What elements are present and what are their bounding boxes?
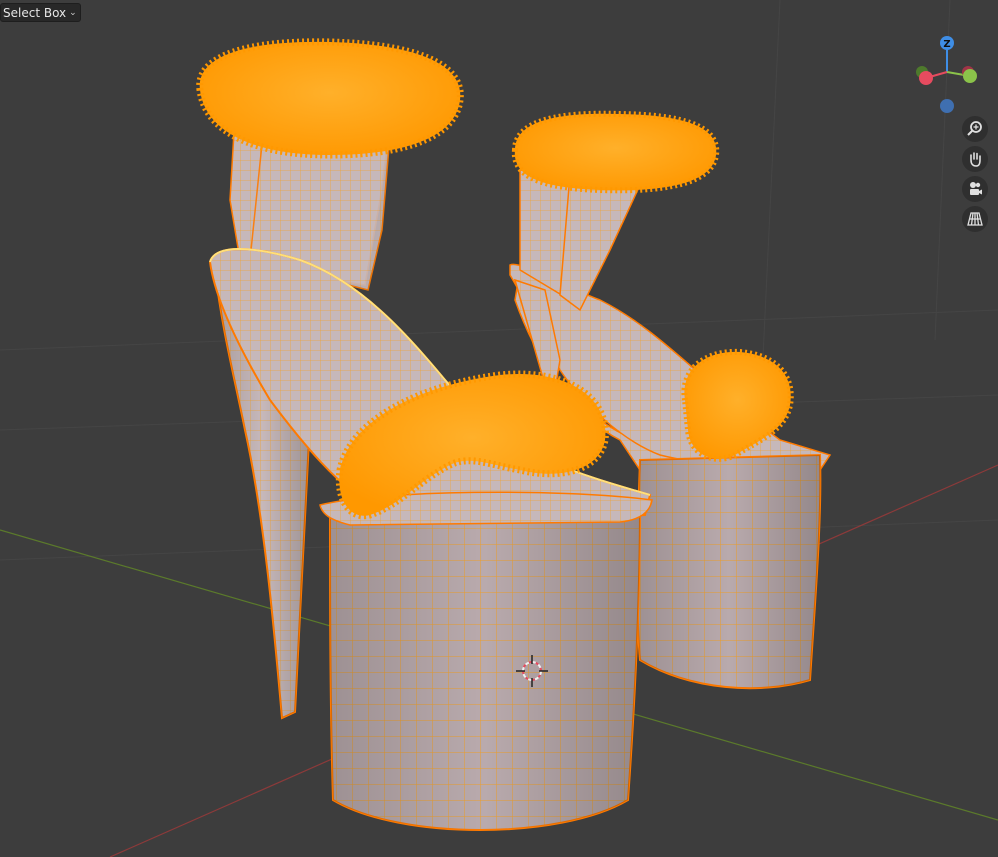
camera-icon: [970, 182, 982, 195]
zoom-button[interactable]: [962, 116, 988, 142]
y-axis-handle[interactable]: [963, 69, 977, 83]
neg-z-axis-handle[interactable]: [940, 99, 954, 113]
grid-ortho-icon: [967, 212, 983, 226]
z-axis-label: Z: [943, 39, 950, 50]
camera-view-button[interactable]: [962, 176, 988, 202]
hand-pan-icon: [970, 152, 981, 167]
zoom-icon: [967, 121, 982, 136]
chevron-down-icon: ⌄: [69, 7, 77, 18]
select-box-dropdown[interactable]: Select Box ⌄: [0, 3, 81, 22]
x-axis-handle[interactable]: [919, 71, 933, 85]
3d-viewport[interactable]: Select Box ⌄ Z: [0, 0, 998, 857]
navigation-gizmo[interactable]: Z: [910, 32, 994, 116]
scene-canvas[interactable]: [0, 0, 998, 857]
pan-button[interactable]: [962, 146, 988, 172]
ortho-toggle-button[interactable]: [962, 206, 988, 232]
3d-cursor-icon[interactable]: [514, 653, 550, 689]
select-tool-label: Select Box: [3, 5, 67, 20]
